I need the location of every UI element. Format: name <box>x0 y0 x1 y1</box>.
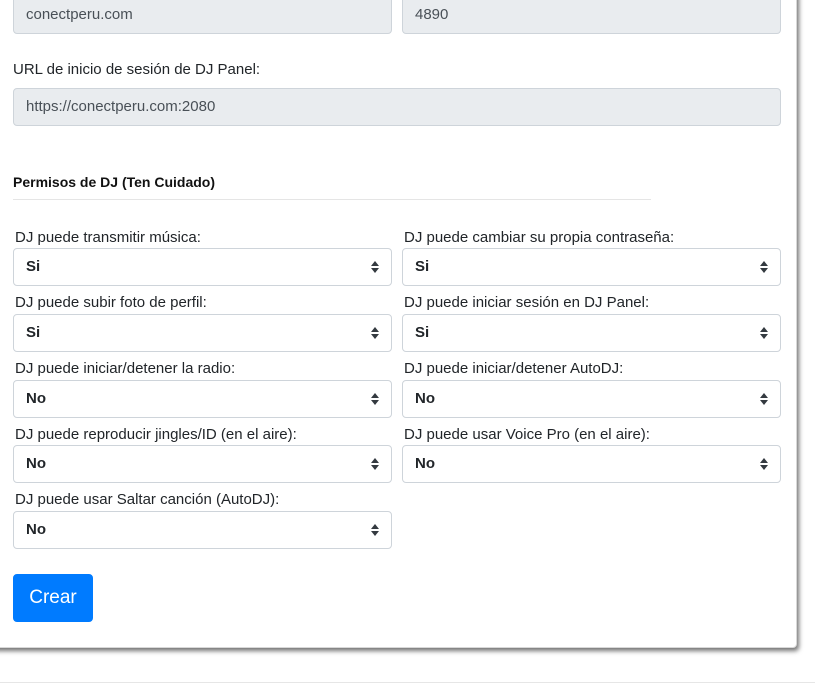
select-value: No <box>415 455 435 472</box>
select-change-password[interactable]: Si <box>402 248 781 286</box>
permission-label-change-password: DJ puede cambiar su propia contraseña: <box>404 229 675 246</box>
select-voice-pro[interactable]: No <box>402 445 781 483</box>
select-caret-icon <box>760 261 768 273</box>
permissions-section-title: Permisos de DJ (Ten Cuidado) <box>13 174 215 190</box>
permission-label-play-jingles: DJ puede reproducir jingles/ID (en el ai… <box>15 426 297 443</box>
select-start-stop-radio[interactable]: No <box>13 380 392 418</box>
select-value: Si <box>415 258 430 275</box>
select-login-panel[interactable]: Si <box>402 314 781 352</box>
permission-label-voice-pro: DJ puede usar Voice Pro (en el aire): <box>404 426 650 443</box>
section-divider <box>13 199 651 200</box>
permission-label-login-panel: DJ puede iniciar sesión en DJ Panel: <box>404 294 650 311</box>
select-caret-icon <box>371 458 379 470</box>
login-url-field[interactable]: https://conectperu.com:2080 <box>13 88 781 126</box>
port-field[interactable]: 4890 <box>402 0 781 34</box>
select-caret-icon <box>760 393 768 405</box>
permission-label-start-stop-radio: DJ puede iniciar/detener la radio: <box>15 360 236 377</box>
create-button[interactable]: Crear <box>13 574 93 622</box>
select-value: No <box>415 390 435 407</box>
select-value: No <box>26 455 46 472</box>
login-url-label: URL de inicio de sesión de DJ Panel: <box>13 61 261 78</box>
select-stream-music[interactable]: Si <box>13 248 392 286</box>
select-caret-icon <box>760 458 768 470</box>
footer-divider <box>0 682 815 683</box>
select-value: No <box>26 390 46 407</box>
permission-label-skip-song: DJ puede usar Saltar canción (AutoDJ): <box>15 491 280 508</box>
select-caret-icon <box>760 327 768 339</box>
select-value: Si <box>415 324 430 341</box>
permission-label-upload-photo: DJ puede subir foto de perfil: <box>15 294 207 311</box>
select-play-jingles[interactable]: No <box>13 445 392 483</box>
select-caret-icon <box>371 327 379 339</box>
select-value: No <box>26 521 46 538</box>
select-value: Si <box>26 324 41 341</box>
select-value: Si <box>26 258 41 275</box>
select-caret-icon <box>371 524 379 536</box>
select-caret-icon <box>371 261 379 273</box>
permission-label-stream-music: DJ puede transmitir música: <box>15 229 201 246</box>
select-skip-song[interactable]: No <box>13 511 392 549</box>
permission-label-start-stop-autodj: DJ puede iniciar/detener AutoDJ: <box>404 360 624 377</box>
host-field[interactable]: conectperu.com <box>13 0 392 34</box>
select-caret-icon <box>371 393 379 405</box>
select-upload-photo[interactable]: Si <box>13 314 392 352</box>
select-start-stop-autodj[interactable]: No <box>402 380 781 418</box>
